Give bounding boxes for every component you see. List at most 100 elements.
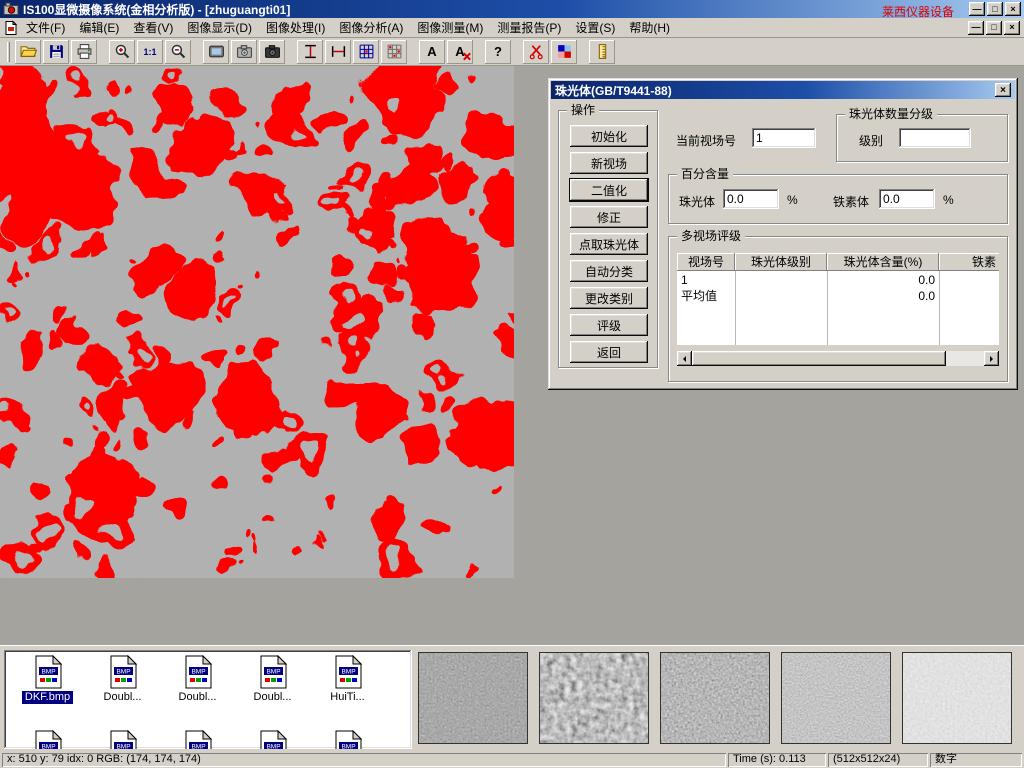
file-name[interactable]: Doubl... xyxy=(101,691,145,704)
toolbar-separator xyxy=(579,41,587,63)
camera-button[interactable] xyxy=(259,40,285,64)
multifield-table[interactable]: 1 0.0 平均值 0.0 视场号 xyxy=(677,253,999,345)
thumbnail-5[interactable] xyxy=(902,652,1012,744)
file-name[interactable]: DKF.bmp xyxy=(22,691,73,704)
thumbnail-2[interactable] xyxy=(539,652,649,744)
scroll-left-button[interactable] xyxy=(677,351,692,366)
thumbnail-1[interactable] xyxy=(418,652,528,744)
pearlite-percent-input[interactable] xyxy=(723,189,779,209)
save-icon xyxy=(48,43,65,60)
file-item[interactable]: BMP HuiTi... xyxy=(310,655,385,704)
document-icon[interactable] xyxy=(3,20,19,36)
file-item[interactable]: BMP xyxy=(85,730,160,749)
file-name[interactable]: HuiTi... xyxy=(327,691,367,704)
text-delete-button[interactable]: A xyxy=(447,40,473,64)
print-button[interactable] xyxy=(71,40,97,64)
scroll-right-button[interactable] xyxy=(984,351,999,366)
ferrite-percent-input[interactable] xyxy=(879,189,935,209)
menu-image-measure[interactable]: 图像测量(M) xyxy=(410,17,490,38)
live-image-button[interactable] xyxy=(203,40,229,64)
classify-button[interactable] xyxy=(551,40,577,64)
binarize-button[interactable]: 二值化 xyxy=(570,179,648,201)
toolbar-separator xyxy=(193,41,201,63)
caliper-horizontal-button[interactable] xyxy=(325,40,351,64)
open-button[interactable] xyxy=(15,40,41,64)
file-item[interactable]: BMP xyxy=(160,730,235,749)
measure-grid-button[interactable] xyxy=(353,40,379,64)
return-button[interactable]: 返回 xyxy=(570,341,648,363)
horizontal-scrollbar[interactable] xyxy=(677,351,999,366)
dialog-close-button[interactable]: × xyxy=(995,83,1011,97)
file-item[interactable]: BMP xyxy=(235,730,310,749)
maximize-button[interactable]: □ xyxy=(987,2,1003,16)
mdi-close-button[interactable]: × xyxy=(1004,21,1020,35)
zoom-in-button[interactable] xyxy=(109,40,135,64)
pearlite-percent-sign: % xyxy=(787,193,798,207)
bmp-file-icon: BMP xyxy=(106,655,140,689)
count-grid-button[interactable] xyxy=(381,40,407,64)
file-item[interactable]: BMP xyxy=(310,730,385,749)
file-item[interactable]: BMP Doubl... xyxy=(85,655,160,704)
change-class-button[interactable]: 更改类别 xyxy=(570,287,648,309)
new-field-button[interactable]: 新视场 xyxy=(570,152,648,174)
menu-measure-report[interactable]: 测量报告(P) xyxy=(490,17,568,38)
menu-image-analysis[interactable]: 图像分析(A) xyxy=(332,17,410,38)
help-button[interactable]: ? xyxy=(485,40,511,64)
scrollbar-track[interactable] xyxy=(946,351,984,366)
text-annotate-button[interactable]: A xyxy=(419,40,445,64)
close-button[interactable]: × xyxy=(1005,2,1021,16)
svg-text:BMP: BMP xyxy=(191,743,205,749)
file-name[interactable]: Doubl... xyxy=(176,691,220,704)
metallograph-view[interactable] xyxy=(0,66,514,578)
bmp-file-icon: BMP xyxy=(31,730,65,749)
menu-help[interactable]: 帮助(H) xyxy=(622,17,677,38)
initialize-button[interactable]: 初始化 xyxy=(570,125,648,147)
current-field-input[interactable] xyxy=(752,128,816,148)
file-item[interactable]: BMP Doubl... xyxy=(235,655,310,704)
file-item[interactable]: BMP xyxy=(10,730,85,749)
menu-image-display[interactable]: 图像显示(D) xyxy=(180,17,259,38)
binarized-metallograph-image[interactable] xyxy=(0,66,514,578)
scrollbar-thumb[interactable] xyxy=(692,351,946,366)
thumbnail-4[interactable] xyxy=(781,652,891,744)
zoom-out-button[interactable] xyxy=(165,40,191,64)
toolbar-separator xyxy=(99,41,107,63)
save-button[interactable] xyxy=(43,40,69,64)
ruler-button[interactable] xyxy=(589,40,615,64)
cut-icon xyxy=(528,43,545,60)
capture-button[interactable] xyxy=(231,40,257,64)
menu-image-processing[interactable]: 图像处理(I) xyxy=(259,17,332,38)
rate-button[interactable]: 评级 xyxy=(570,314,648,336)
table-body: 1 0.0 平均值 0.0 xyxy=(677,271,999,345)
caliper-vertical-button[interactable] xyxy=(297,40,323,64)
column-header-ferrite[interactable]: 铁素 xyxy=(939,253,999,271)
minimize-button[interactable]: — xyxy=(969,2,985,16)
cut-button[interactable] xyxy=(523,40,549,64)
thumbnail-3[interactable] xyxy=(660,652,770,744)
file-name[interactable]: Doubl... xyxy=(251,691,295,704)
table-row[interactable]: 平均值 0.0 xyxy=(677,288,999,304)
column-header-field[interactable]: 视场号 xyxy=(677,253,735,271)
correct-button[interactable]: 修正 xyxy=(570,206,648,228)
file-item[interactable]: BMP Doubl... xyxy=(160,655,235,704)
mdi-minimize-button[interactable]: — xyxy=(968,21,984,35)
mdi-restore-button[interactable]: □ xyxy=(986,21,1002,35)
menu-edit[interactable]: 编辑(E) xyxy=(72,17,126,38)
auto-classify-button[interactable]: 自动分类 xyxy=(570,260,648,282)
column-header-content[interactable]: 珠光体含量(%) xyxy=(827,253,939,271)
file-list[interactable]: BMP DKF.bmp BMP Doubl... BMP Doubl... xyxy=(4,650,412,749)
mode-indicator: 数字 xyxy=(930,753,1022,767)
pick-pearlite-button[interactable]: 点取珠光体 xyxy=(570,233,648,255)
menu-file[interactable]: 文件(F) xyxy=(19,17,72,38)
actual-size-button[interactable]: 1:1 xyxy=(137,40,163,64)
file-item[interactable]: BMP DKF.bmp xyxy=(10,655,85,704)
table-row[interactable]: 1 0.0 xyxy=(677,272,999,288)
window-title: IS100显微摄像系统(金相分析版) - [zhuguangti01] xyxy=(23,1,290,18)
menu-view[interactable]: 查看(V) xyxy=(126,17,180,38)
mdi-workspace: 珠光体(GB/T9441-88) × 操作 初始化 新视场 二值化 修正 点取珠… xyxy=(0,66,1024,645)
menu-settings[interactable]: 设置(S) xyxy=(568,17,622,38)
window-controls: — □ × xyxy=(969,2,1021,16)
level-input[interactable] xyxy=(899,128,971,148)
dialog-title-bar[interactable]: 珠光体(GB/T9441-88) × xyxy=(551,81,1015,99)
column-header-level[interactable]: 珠光体级别 xyxy=(735,253,827,271)
